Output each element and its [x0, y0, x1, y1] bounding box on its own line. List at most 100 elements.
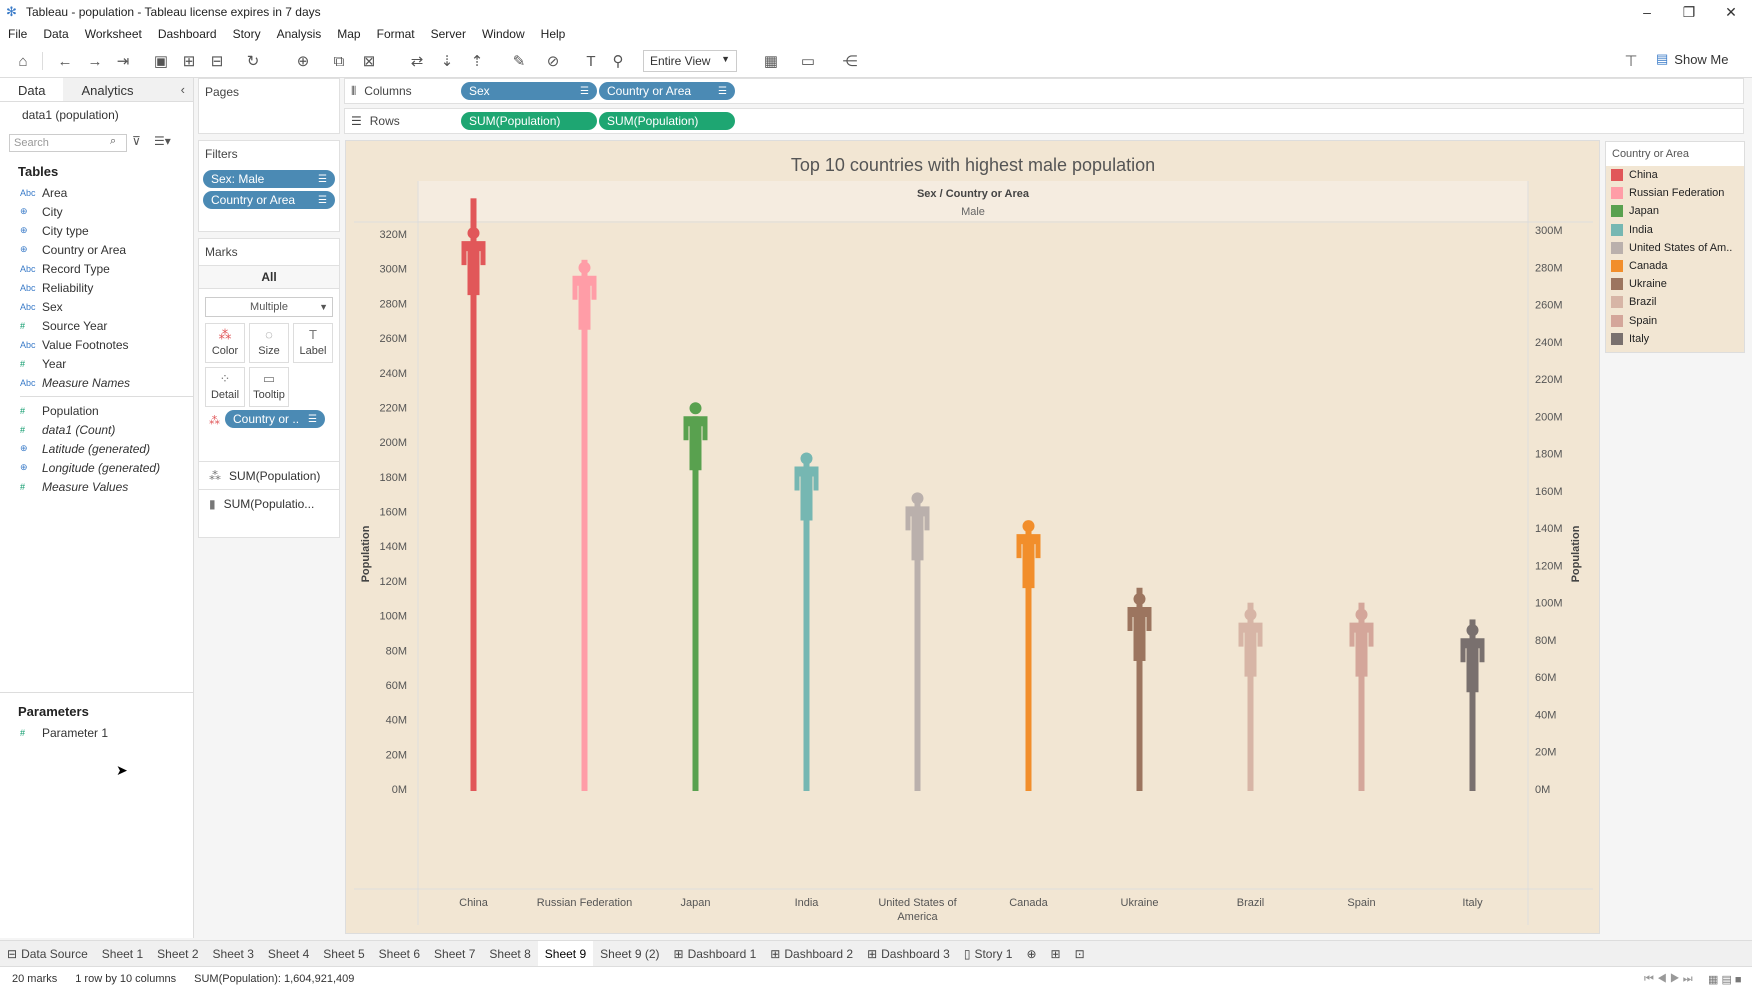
save-icon[interactable]: ▣: [150, 50, 172, 72]
tab-dashboard[interactable]: ⊞ Dashboard 1: [667, 941, 764, 967]
tab-sheet[interactable]: Sheet 7: [427, 941, 482, 967]
menu-dashboard[interactable]: Dashboard: [158, 27, 217, 41]
swap-rows-columns-icon[interactable]: ⇄: [406, 50, 428, 72]
field-item[interactable]: Abc Reliability: [0, 278, 193, 297]
field-item[interactable]: ⊕ Longitude (generated): [0, 458, 193, 477]
label-button[interactable]: T Label: [293, 323, 333, 363]
tab-data[interactable]: Data: [0, 78, 64, 101]
legend-item[interactable]: Canada: [1606, 257, 1744, 275]
menu-file[interactable]: File: [8, 27, 27, 41]
menu-server[interactable]: Server: [431, 27, 466, 41]
share-icon[interactable]: ⋲: [839, 50, 861, 72]
detail-button[interactable]: ⁘ Detail: [205, 367, 245, 407]
marks-measure-row[interactable]: ⁂ SUM(Population): [199, 461, 339, 489]
pin-icon[interactable]: ⊤: [1620, 50, 1642, 72]
color-pill-country[interactable]: Country or .. ☰: [225, 410, 325, 428]
tab-sheet[interactable]: Sheet 9 (2): [593, 941, 666, 967]
datasource-name[interactable]: data1 (population): [0, 102, 193, 126]
tab-sheet[interactable]: Sheet 6: [372, 941, 427, 967]
pages-card[interactable]: Pages: [198, 78, 340, 134]
view-options-icon[interactable]: ☰▾: [154, 134, 171, 148]
chart-view[interactable]: Top 10 countries with highest male popul…: [345, 140, 1600, 934]
filter-pill-sex[interactable]: Sex: Male ☰: [203, 170, 335, 188]
collapse-pane-icon[interactable]: ‹: [181, 82, 185, 97]
field-item[interactable]: # Population: [0, 401, 193, 420]
duplicate-sheet-icon[interactable]: ⧉: [328, 50, 350, 72]
field-item[interactable]: ⊕ City type: [0, 221, 193, 240]
highlight-icon[interactable]: ✎: [508, 50, 530, 72]
legend-item[interactable]: Japan: [1606, 202, 1744, 220]
rows-shelf[interactable]: ☰ Rows SUM(Population) SUM(Population): [344, 108, 1744, 134]
menu-story[interactable]: Story: [233, 27, 261, 41]
tab-sheet[interactable]: Sheet 2: [150, 941, 205, 967]
tab-dashboard[interactable]: ⊞ Dashboard 3: [860, 941, 957, 967]
menu-analysis[interactable]: Analysis: [277, 27, 322, 41]
clear-sheet-icon[interactable]: ⊠: [358, 50, 380, 72]
legend-item[interactable]: Ukraine: [1606, 275, 1744, 293]
restore-button[interactable]: ❐: [1668, 0, 1710, 24]
tab-sheet[interactable]: Sheet 3: [206, 941, 261, 967]
filters-card[interactable]: Filters Sex: Male ☰ Country or Area ☰: [198, 140, 340, 232]
legend-item[interactable]: India: [1606, 221, 1744, 239]
marks-all-tab[interactable]: All: [199, 265, 339, 289]
color-legend[interactable]: Country or Area China Russian Federation J…: [1605, 141, 1745, 353]
field-item[interactable]: Abc Value Footnotes: [0, 335, 193, 354]
sort-ascending-icon[interactable]: ⇣: [436, 50, 458, 72]
pause-updates-icon[interactable]: ⊟: [206, 50, 228, 72]
columns-shelf[interactable]: ⦀ Columns Sex ☰ Country or Area ☰: [344, 78, 1744, 104]
new-dashboard-icon[interactable]: ⊞: [1044, 941, 1068, 967]
show-me-button[interactable]: ▤ Show Me: [1656, 51, 1729, 67]
field-item[interactable]: # data1 (Count): [0, 420, 193, 439]
tab-sheet[interactable]: Sheet 8: [482, 941, 537, 967]
legend-item[interactable]: United States of Am..: [1606, 239, 1744, 257]
field-item[interactable]: # Source Year: [0, 316, 193, 335]
close-button[interactable]: ✕: [1710, 0, 1752, 24]
group-icon[interactable]: ⊘: [542, 50, 564, 72]
presentation-mode-icon[interactable]: ▭: [797, 50, 819, 72]
legend-item[interactable]: Brazil: [1606, 293, 1744, 311]
nav-controls[interactable]: ⏮ ◀ ▶ ⏭: [1644, 973, 1693, 986]
size-button[interactable]: ◌ Size: [249, 323, 289, 363]
tab-analytics[interactable]: Analytics: [63, 78, 193, 101]
row-pill-population-2[interactable]: SUM(Population): [599, 112, 735, 130]
show-labels-icon[interactable]: T: [580, 50, 602, 72]
tab-sheet[interactable]: Sheet 5: [316, 941, 371, 967]
row-pill-population[interactable]: SUM(Population): [461, 112, 597, 130]
column-pill-sex[interactable]: Sex ☰: [461, 82, 597, 100]
tab-data-source[interactable]: ⊟ Data Source: [0, 941, 95, 967]
undo-icon[interactable]: ←: [54, 50, 76, 72]
sort-descending-icon[interactable]: ⇡: [466, 50, 488, 72]
filter-pill-country[interactable]: Country or Area ☰: [203, 191, 335, 209]
mark-type-select[interactable]: Multiple ▼: [205, 297, 333, 317]
field-item[interactable]: Abc Measure Names: [0, 373, 193, 392]
menu-data[interactable]: Data: [43, 27, 68, 41]
field-item[interactable]: # Measure Values: [0, 477, 193, 496]
legend-item[interactable]: Russian Federation: [1606, 184, 1744, 202]
legend-item[interactable]: Italy: [1606, 330, 1744, 348]
minimize-button[interactable]: –: [1626, 0, 1668, 24]
new-datasource-icon[interactable]: ⊞: [178, 50, 200, 72]
redo-icon[interactable]: →: [84, 50, 106, 72]
field-item[interactable]: ⊕ Country or Area: [0, 240, 193, 259]
field-item[interactable]: ⊕ City: [0, 202, 193, 221]
menu-window[interactable]: Window: [482, 27, 525, 41]
field-item[interactable]: Abc Sex: [0, 297, 193, 316]
tab-sheet[interactable]: Sheet 1: [95, 941, 150, 967]
field-item[interactable]: Abc Area: [0, 183, 193, 202]
tab-story[interactable]: ▯ Story 1: [957, 941, 1020, 967]
field-parameter[interactable]: # Parameter 1: [0, 723, 193, 742]
new-story-icon[interactable]: ⊡: [1068, 941, 1092, 967]
legend-item[interactable]: China: [1606, 166, 1744, 184]
menu-worksheet[interactable]: Worksheet: [85, 27, 142, 41]
tab-dashboard[interactable]: ⊞ Dashboard 2: [763, 941, 860, 967]
fix-axes-icon[interactable]: ⚲: [607, 50, 629, 72]
tooltip-button[interactable]: ▭ Tooltip: [249, 367, 289, 407]
color-button[interactable]: ⁂ Color: [205, 323, 245, 363]
grid-view-icon[interactable]: ▦ ▤ ■: [1708, 973, 1742, 986]
legend-item[interactable]: Spain: [1606, 312, 1744, 330]
show-cards-icon[interactable]: ▦: [760, 50, 782, 72]
menu-map[interactable]: Map: [337, 27, 360, 41]
new-worksheet-icon[interactable]: ⊕: [1019, 941, 1043, 967]
fit-view-select[interactable]: Entire View ▼: [643, 50, 737, 72]
tab-sheet-active[interactable]: Sheet 9: [537, 940, 594, 967]
